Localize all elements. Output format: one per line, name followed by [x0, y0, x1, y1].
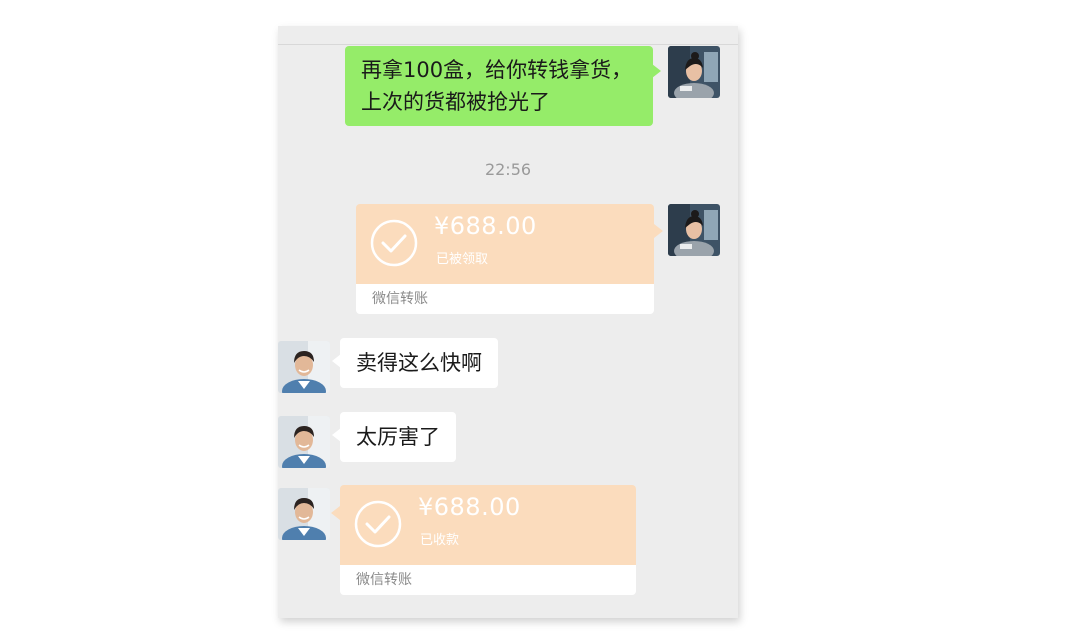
message-text: 太厉害了	[356, 425, 440, 449]
message-text: 卖得这么快啊	[356, 351, 482, 375]
message-line: 再拿100盒，给你转钱拿货，	[361, 58, 633, 82]
transfer-card-received[interactable]: ¥688.00 已收款 微信转账	[340, 485, 636, 595]
contact-avatar[interactable]	[278, 488, 330, 540]
check-circle-icon	[354, 500, 402, 548]
transfer-card-sent[interactable]: ¥688.00 已被领取 微信转账	[356, 204, 654, 314]
transfer-footer: 微信转账	[356, 284, 654, 314]
contact-avatar[interactable]	[278, 416, 330, 468]
avatar-man-icon	[278, 416, 330, 468]
avatar-woman-icon	[668, 204, 720, 256]
chat-top-divider	[278, 26, 738, 45]
transfer-footer: 微信转账	[340, 565, 636, 595]
self-avatar[interactable]	[668, 46, 720, 98]
transfer-status: 已被领取	[436, 252, 489, 267]
transfer-status: 已收款	[420, 533, 460, 548]
avatar-man-icon	[278, 341, 330, 393]
chat-window: 再拿100盒，给你转钱拿货， 上次的货都被抢光了 22:56 ¥688.00 已…	[278, 26, 738, 618]
contact-avatar[interactable]	[278, 341, 330, 393]
avatar-man-icon	[278, 488, 330, 540]
message-line: 上次的货都被抢光了	[361, 90, 550, 114]
incoming-message-bubble[interactable]: 卖得这么快啊	[332, 338, 498, 388]
self-avatar[interactable]	[668, 204, 720, 256]
transfer-amount: ¥688.00	[434, 212, 537, 240]
check-circle-icon	[370, 219, 418, 267]
transfer-amount: ¥688.00	[418, 493, 521, 521]
incoming-message-bubble[interactable]: 太厉害了	[332, 412, 456, 462]
bubble-tail	[331, 506, 340, 520]
avatar-woman-icon	[668, 46, 720, 98]
message-timestamp: 22:56	[484, 160, 532, 179]
bubble-tail	[654, 224, 663, 238]
outgoing-message-bubble[interactable]: 再拿100盒，给你转钱拿货， 上次的货都被抢光了	[345, 46, 661, 126]
